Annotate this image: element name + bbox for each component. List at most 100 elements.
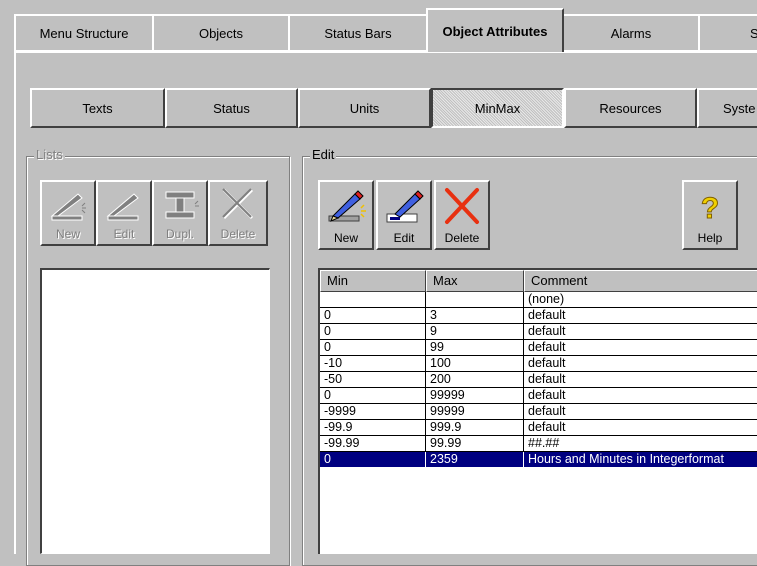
table-row[interactable]: -99.9 999.9 default [320,420,757,436]
column-header-max[interactable]: Max [426,270,524,292]
subtab-status[interactable]: Status [165,88,298,128]
tab-label: Alarms [610,25,652,41]
tab-label: Sy [750,26,757,41]
table-row[interactable]: 0 99 default [320,340,757,356]
table-cell-comment: Hours and Minutes in Integerformat [524,452,757,468]
table-cell-comment: default [524,356,757,372]
table-cell-min: -50 [320,372,426,388]
lists-delete-button[interactable]: Delete [208,180,268,246]
table-cell-max [426,292,524,308]
edit-delete-button[interactable]: Delete [434,180,490,250]
table-cell-min: 0 [320,452,426,468]
lists-edit-button[interactable]: Edit [96,180,152,246]
button-label: Delete [220,227,256,241]
button-label: New [333,231,358,245]
subtab-label: Syste [723,100,756,116]
table-cell-comment: default [524,324,757,340]
table-cell-comment: default [524,308,757,324]
button-label: New [55,227,80,241]
delete-icon [222,188,254,220]
table-cell-comment: default [524,404,757,420]
table-cell-max: 200 [426,372,524,388]
subtab-system[interactable]: Syste [697,88,757,128]
table-row[interactable]: 0 9 default [320,324,757,340]
table-row[interactable]: -10 100 default [320,356,757,372]
table-cell-max: 99.99 [426,436,524,452]
subtab-label: Resources [599,100,662,116]
table-cell-max: 999.9 [426,420,524,436]
table-cell-max: 9 [426,324,524,340]
column-header-comment[interactable]: Comment [524,270,757,292]
table-row[interactable]: 0 2359 Hours and Minutes in Integerformat [320,452,757,468]
edit-new-button[interactable]: New [318,180,374,250]
table-cell-max: 99999 [426,404,524,420]
pencil-edit-icon [386,190,424,223]
table-cell-max: 3 [426,308,524,324]
table-cell-min: 0 [320,340,426,356]
button-label: Delete [444,231,480,245]
minmax-table[interactable]: Min Max Comment (none) 0 3 default 0 9 default… [318,268,757,554]
table-cell-max: 99999 [426,388,524,404]
pencil-new-icon [328,190,366,222]
lists-new-button[interactable]: New [40,180,96,246]
lists-listbox[interactable] [40,268,270,554]
subtab-label: Texts [82,100,113,116]
table-cell-min: 0 [320,324,426,340]
tab-label: Status Bars [324,25,392,41]
button-label: Edit [113,227,135,241]
question-mark-icon: ? [700,192,719,226]
table-row[interactable]: (none) [320,292,757,308]
table-row[interactable]: -99.99 99.99 ##.## [320,436,757,452]
tab-menu-structure[interactable]: Menu Structure [14,14,154,50]
subtab-label: Units [349,100,380,116]
lists-group-title: Lists [34,147,65,162]
red-x-delete-icon [445,188,479,224]
duplicate-icon [165,191,199,219]
tab-label: Objects [198,25,244,41]
tab-system[interactable]: Sy [698,14,757,50]
tab-object-attributes[interactable]: Object Attributes [426,8,564,52]
tab-label: Object Attributes [442,23,548,39]
table-cell-min: -99.99 [320,436,426,452]
edit-group-title: Edit [310,147,337,162]
table-cell-max: 99 [426,340,524,356]
table-cell-comment: default [524,388,757,404]
button-label: Edit [393,231,415,245]
svg-text:?: ? [701,192,719,225]
table-cell-min: -9999 [320,404,426,420]
subtab-texts[interactable]: Texts [30,88,165,128]
button-label: Help [697,231,723,245]
lists-duplicate-button[interactable]: Dupl. [152,180,208,246]
tab-alarms[interactable]: Alarms [562,14,700,50]
subtab-minmax[interactable]: MinMax [431,88,564,128]
tab-panel-left-edge [14,50,16,554]
tab-objects[interactable]: Objects [152,14,290,50]
table-row[interactable]: -9999 99999 default [320,404,757,420]
subtab-resources[interactable]: Resources [564,88,697,128]
table-cell-comment: default [524,420,757,436]
tab-label: Menu Structure [39,25,129,41]
table-cell-max: 100 [426,356,524,372]
button-label: Dupl. [165,227,194,241]
table-cell-min: -10 [320,356,426,372]
table-cell-comment: ##.## [524,436,757,452]
table-cell-min [320,292,426,308]
table-cell-comment: (none) [524,292,757,308]
table-cell-min: -99.9 [320,420,426,436]
table-cell-min: 0 [320,388,426,404]
table-cell-comment: default [524,340,757,356]
subtab-label: Status [213,100,250,116]
table-row[interactable]: -50 200 default [320,372,757,388]
column-header-min[interactable]: Min [320,270,426,292]
help-button[interactable]: ? Help [682,180,738,250]
subtab-label: MinMax [474,100,521,116]
tab-status-bars[interactable]: Status Bars [288,14,428,50]
table-cell-min: 0 [320,308,426,324]
main-tab-bar: Menu Structure Objects Status Bars Objec… [0,0,757,52]
edit-icon [106,193,139,221]
subtab-units[interactable]: Units [298,88,431,128]
table-cell-comment: default [524,372,757,388]
table-row[interactable]: 0 99999 default [320,388,757,404]
table-row[interactable]: 0 3 default [320,308,757,324]
edit-edit-button[interactable]: Edit [376,180,432,250]
